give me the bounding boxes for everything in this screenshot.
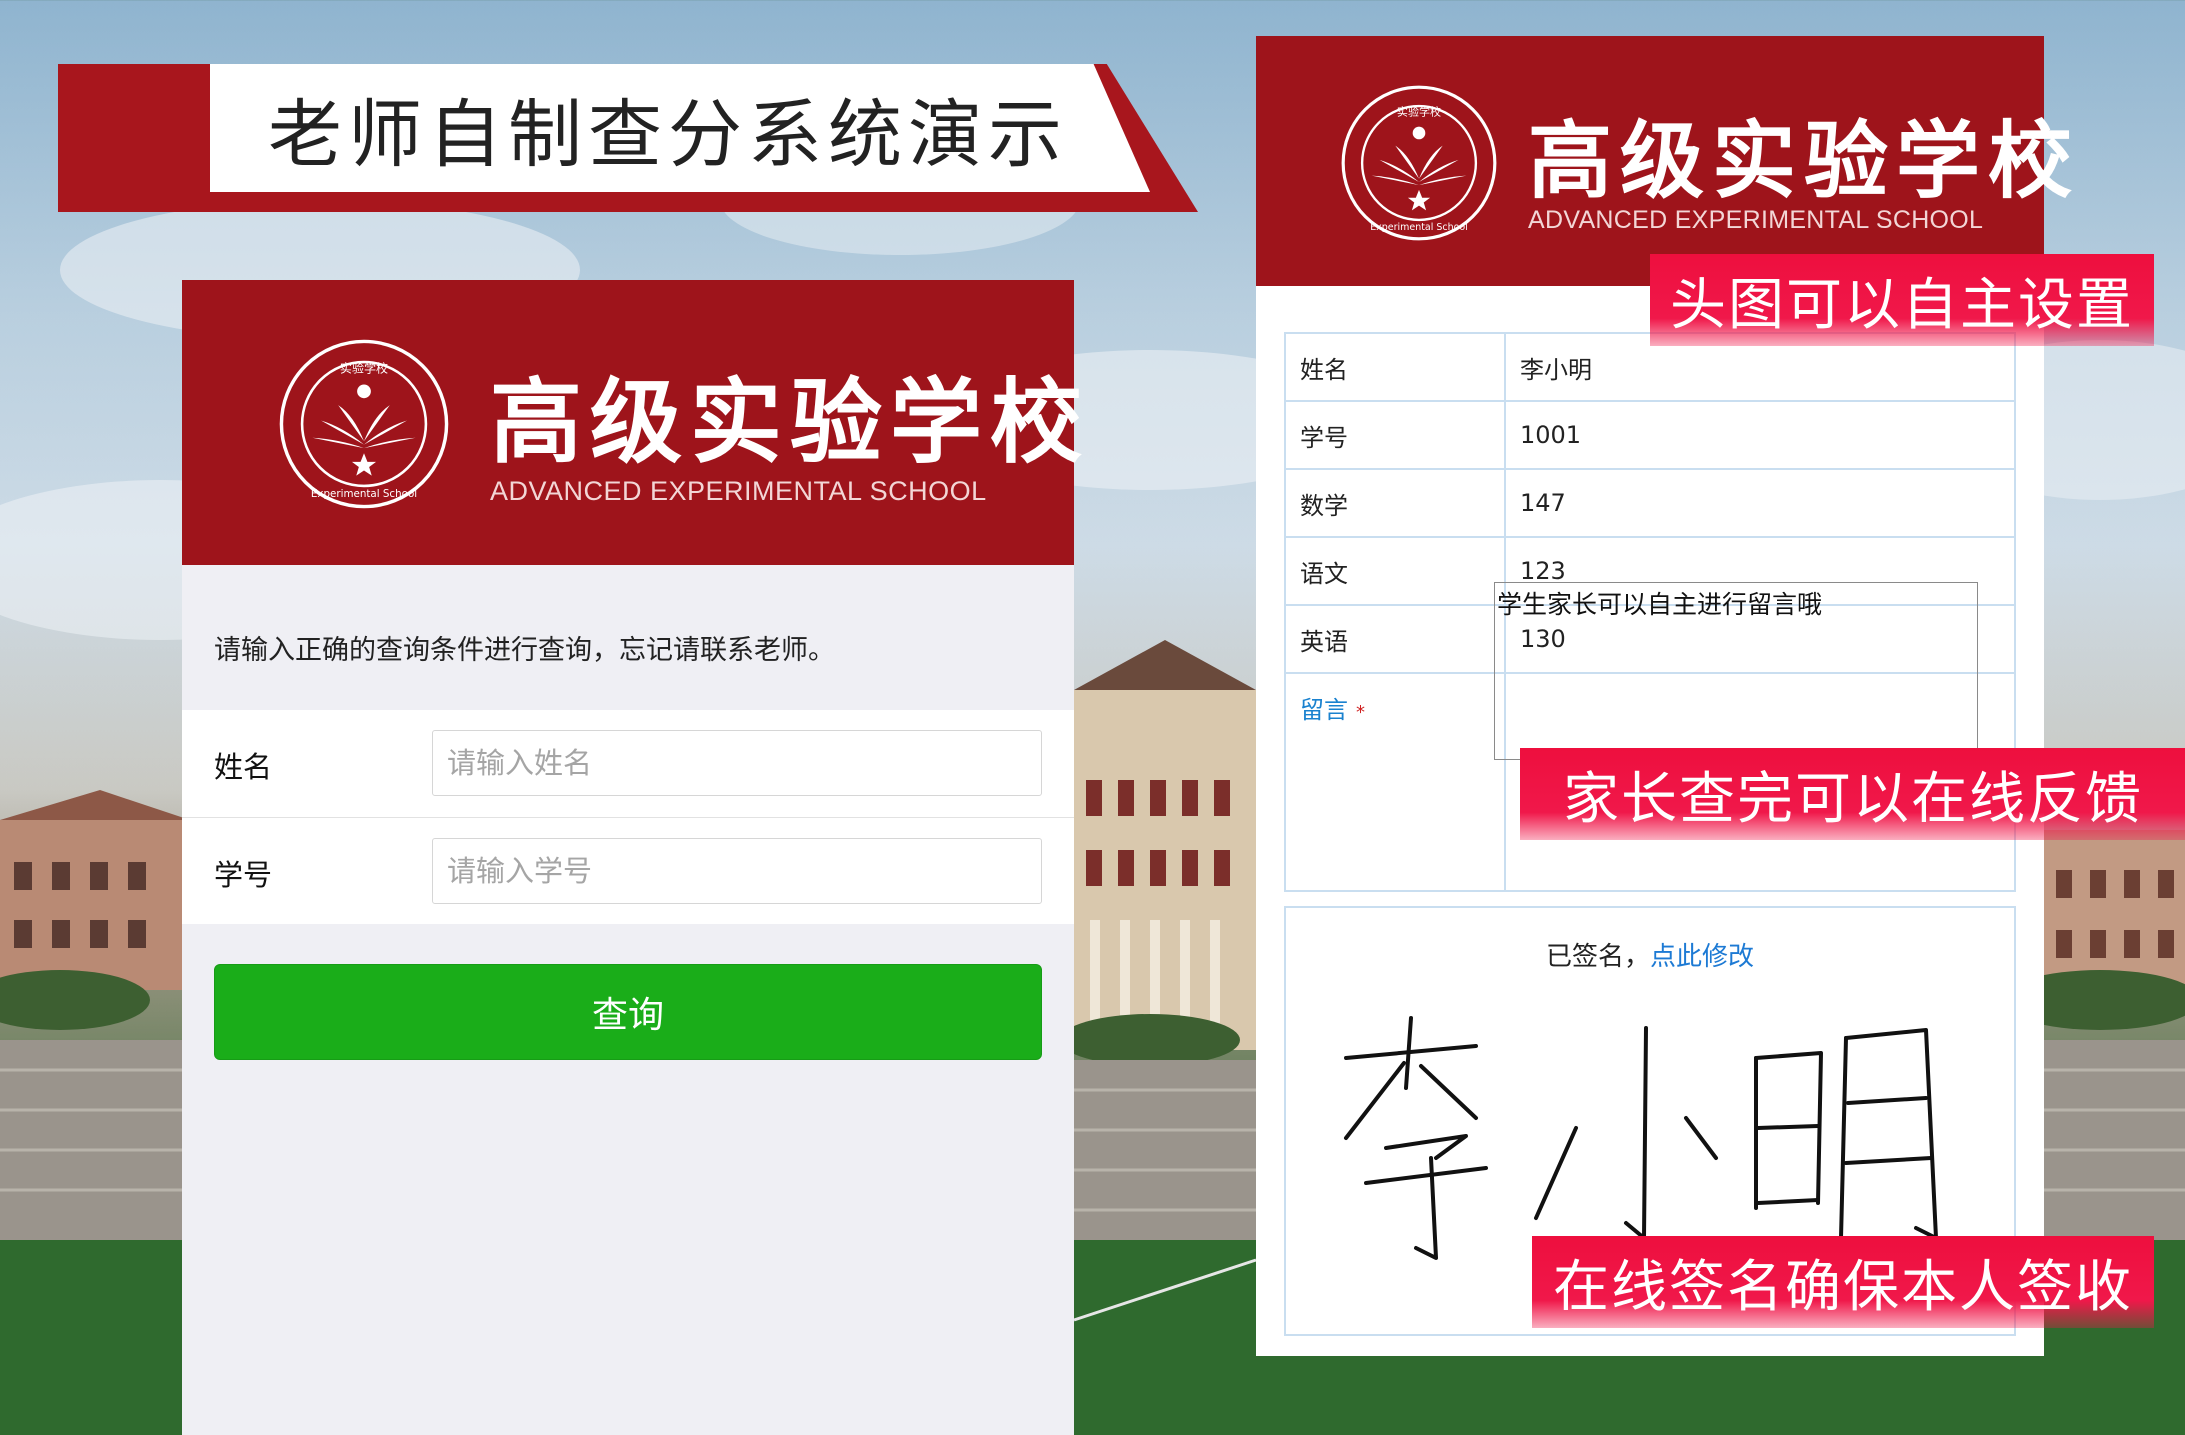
message-textarea[interactable]: 学生家长可以自主进行留言哦: [1494, 582, 1978, 760]
name-input[interactable]: [432, 730, 1042, 796]
edit-signature-link[interactable]: 点此修改: [1650, 942, 1754, 972]
signature-status: 已签名，点此修改: [1286, 936, 2014, 973]
query-page: 实验学校 Experimental School 高级实验学校 ADVANCED…: [182, 280, 1082, 1435]
student-id-row: 学号: [182, 817, 1074, 924]
school-name-en: ADVANCED EXPERIMENTAL SCHOOL: [1528, 206, 1984, 234]
row-key: 数学: [1284, 468, 1506, 538]
logo-top-text: 实验学校: [340, 360, 388, 375]
callout-online-signature: 在线签名确保本人签收: [1532, 1236, 2154, 1328]
student-id-input[interactable]: [432, 838, 1042, 904]
school-logo-icon: 实验学校 Experimental School: [1341, 85, 1497, 241]
name-row: 姓名: [182, 710, 1074, 817]
row-value: 1001: [1504, 400, 2016, 470]
school-header: 实验学校 Experimental School 高级实验学校 ADVANCED…: [182, 280, 1082, 565]
message-label: 留言: [1300, 696, 1348, 724]
result-page: 实验学校 Experimental School 高级实验学校 ADVANCED…: [1256, 36, 2072, 1356]
school-name-en: ADVANCED EXPERIMENTAL SCHOOL: [490, 476, 987, 506]
school-name-cn: 高级实验学校: [1528, 111, 2081, 210]
row-value: 147: [1504, 468, 2016, 538]
school-logo-icon: 实验学校 Experimental School: [279, 339, 449, 509]
title-banner: 老师自制查分系统演示: [210, 64, 1150, 192]
student-id-label: 学号: [214, 858, 273, 892]
logo-bottom-text: Experimental School: [311, 488, 417, 500]
logo-top-text: 实验学校: [1397, 105, 1441, 119]
query-notice: 请输入正确的查询条件进行查询，忘记请联系老师。: [214, 635, 835, 666]
query-form: 姓名 学号: [182, 710, 1074, 924]
row-key: 学号: [1284, 400, 1506, 470]
callout-header-customizable: 头图可以自主设置: [1650, 254, 2154, 346]
signature-status-text: 已签名，: [1545, 942, 1650, 972]
row-key: 语文: [1284, 536, 1506, 606]
callout-online-feedback: 家长查完可以在线反馈: [1520, 748, 2185, 840]
name-label: 姓名: [214, 750, 273, 784]
row-key: 英语: [1284, 604, 1506, 674]
required-mark: *: [1356, 702, 1365, 723]
school-header-result: 实验学校 Experimental School 高级实验学校 ADVANCED…: [1256, 36, 2072, 286]
row-key: 姓名: [1284, 332, 1506, 402]
school-name-cn: 高级实验学校: [490, 368, 1091, 476]
logo-bottom-text: Experimental School: [1370, 222, 1468, 233]
table-row: 学号 1001: [1284, 400, 2016, 470]
message-key: 留言 *: [1284, 672, 1506, 892]
table-row: 数学 147: [1284, 468, 2016, 538]
query-button[interactable]: 查询: [214, 964, 1042, 1060]
banner-title: 老师自制查分系统演示: [268, 91, 1068, 178]
